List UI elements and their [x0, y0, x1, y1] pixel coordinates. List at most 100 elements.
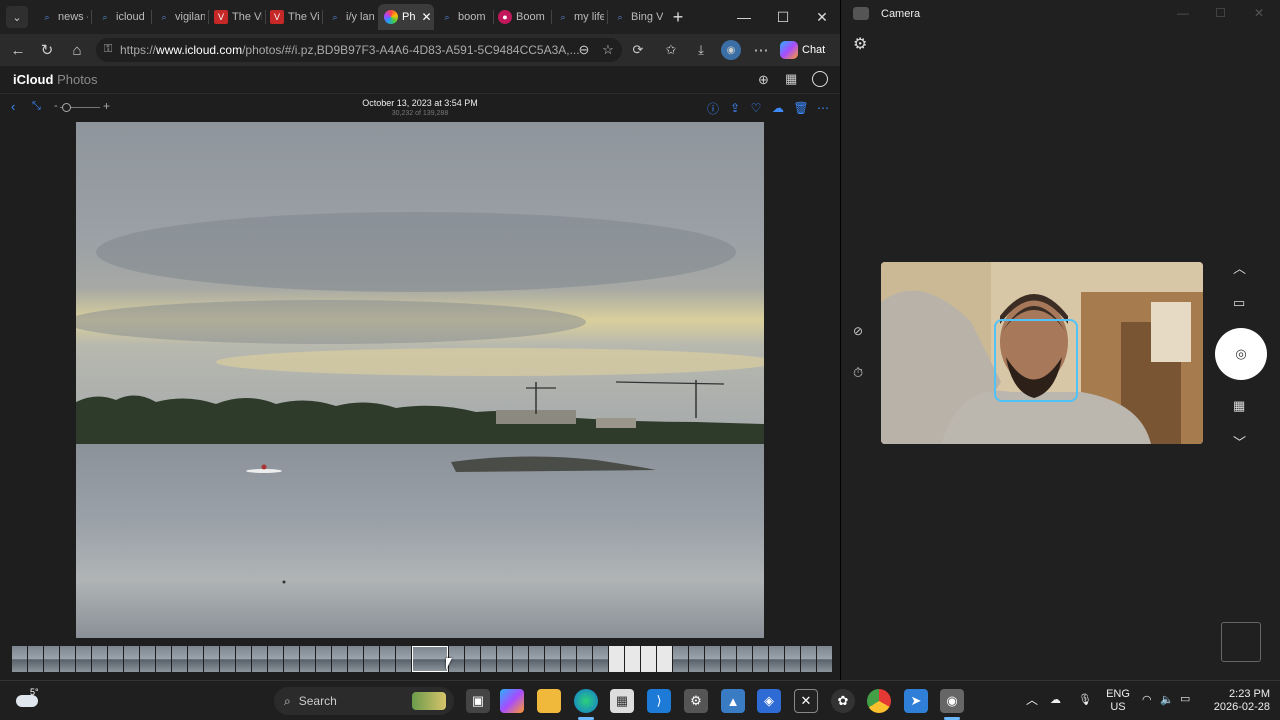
- maps-icon[interactable]: ➤: [904, 689, 928, 713]
- zoom-minus-label[interactable]: -: [54, 100, 58, 112]
- tab-boom[interactable]: ● Boom: [498, 4, 548, 30]
- filmstrip-thumbnail[interactable]: [364, 646, 379, 672]
- chevron-down-icon[interactable]: ﹀: [1233, 432, 1246, 451]
- new-tab-button[interactable]: +: [666, 6, 690, 28]
- tab-iy-lan[interactable]: ⌕ i/y lan: [328, 4, 376, 30]
- favorites-icon[interactable]: ✩: [661, 40, 681, 60]
- battery-icon[interactable]: ▭: [1180, 693, 1190, 706]
- filmstrip-thumbnail[interactable]: [577, 646, 592, 672]
- zoom-plus-label[interactable]: +: [103, 99, 110, 113]
- filmstrip-thumbnail[interactable]: [609, 646, 624, 672]
- filmstrip-thumbnail[interactable]: [689, 646, 704, 672]
- home-button[interactable]: ⌂: [67, 40, 87, 60]
- icloud-logo[interactable]: iCloud Photos: [13, 72, 98, 87]
- favorite-star-icon[interactable]: ☆: [598, 40, 618, 60]
- info-icon[interactable]: ⓘ: [706, 101, 720, 116]
- hdr-off-icon[interactable]: ⊘: [853, 324, 863, 338]
- filmstrip-thumbnail[interactable]: [220, 646, 235, 672]
- chevron-up-icon[interactable]: ︿: [1233, 258, 1246, 277]
- account-icon[interactable]: [812, 71, 828, 87]
- wifi-icon[interactable]: ◠: [1142, 694, 1152, 707]
- filmstrip-thumbnail[interactable]: [529, 646, 544, 672]
- filmstrip-thumbnail[interactable]: [140, 646, 155, 672]
- filmstrip-thumbnail[interactable]: [561, 646, 576, 672]
- qr-scan-icon[interactable]: ▦: [1233, 398, 1245, 414]
- last-photo-thumbnail[interactable]: [1221, 622, 1261, 662]
- filmstrip-thumbnail[interactable]: [785, 646, 800, 672]
- filmstrip-thumbnail[interactable]: [28, 646, 43, 672]
- capcut-icon[interactable]: ✕: [794, 689, 818, 713]
- filmstrip-thumbnail[interactable]: [60, 646, 75, 672]
- photos-app-icon[interactable]: ▲: [721, 689, 745, 713]
- share-icon[interactable]: ⇪: [728, 101, 742, 115]
- tab-bing[interactable]: ⌕ Bing V: [613, 4, 663, 30]
- back-button[interactable]: ←: [8, 40, 28, 60]
- copilot-app-icon[interactable]: [500, 689, 524, 713]
- close-icon[interactable]: ✕: [421, 10, 431, 24]
- filmstrip-thumbnail[interactable]: [300, 646, 315, 672]
- onedrive-icon[interactable]: ☁: [1050, 694, 1061, 707]
- file-explorer-icon[interactable]: [537, 689, 561, 713]
- store-icon[interactable]: ▦: [610, 689, 634, 713]
- settings-gear-icon[interactable]: ⚙: [853, 34, 867, 54]
- filmstrip-thumbnail[interactable]: [236, 646, 251, 672]
- tab-boom-search[interactable]: ⌕ boom: [440, 4, 490, 30]
- filmstrip-thumbnail[interactable]: [380, 646, 395, 672]
- filmstrip-thumbnail[interactable]: [188, 646, 203, 672]
- close-window-button[interactable]: ✕: [1254, 6, 1264, 20]
- zoom-slider-thumb[interactable]: [62, 103, 71, 112]
- filmstrip-thumbnail[interactable]: [465, 646, 480, 672]
- filmstrip-thumbnail[interactable]: [396, 646, 411, 672]
- filmstrip-thumbnail[interactable]: [12, 646, 27, 672]
- tab-icloud-search[interactable]: ⌕ icloud: [98, 4, 148, 30]
- filmstrip-thumbnail[interactable]: [108, 646, 123, 672]
- tab-the-vice-1[interactable]: V The Vi: [214, 4, 262, 30]
- address-input[interactable]: ⚿ https://www.icloud.com/photos/#/i.pz,B…: [96, 38, 622, 62]
- main-photo[interactable]: [76, 122, 764, 638]
- filmstrip-thumbnail[interactable]: [769, 646, 784, 672]
- filmstrip-thumbnail[interactable]: [545, 646, 560, 672]
- language-indicator[interactable]: ENG US: [1104, 688, 1132, 714]
- tab-photos-active[interactable]: Ph ✕: [378, 4, 434, 30]
- box-app-icon[interactable]: ◈: [757, 689, 781, 713]
- filmstrip-thumbnail[interactable]: [753, 646, 768, 672]
- filmstrip-thumbnail[interactable]: [705, 646, 720, 672]
- volume-icon[interactable]: 🔈: [1160, 694, 1174, 707]
- filmstrip-thumbnail[interactable]: [124, 646, 139, 672]
- settings-icon[interactable]: ⚙: [684, 689, 708, 713]
- weather-widget[interactable]: 5°: [16, 687, 44, 715]
- close-window-button[interactable]: ✕: [810, 6, 834, 28]
- favorite-heart-icon[interactable]: ♡: [749, 101, 763, 115]
- tab-my-life[interactable]: ⌕ my life: [556, 4, 604, 30]
- filmstrip-thumbnail[interactable]: [593, 646, 608, 672]
- filmstrip-thumbnail[interactable]: [204, 646, 219, 672]
- extensions-icon[interactable]: ⟳: [628, 40, 648, 60]
- filmstrip-thumbnail[interactable]: [513, 646, 528, 672]
- camera-app-taskbar-icon[interactable]: ◉: [940, 689, 964, 713]
- filmstrip-thumbnail[interactable]: [268, 646, 283, 672]
- tab-news[interactable]: ⌕ news -: [40, 4, 88, 30]
- start-windows-icon[interactable]: [240, 689, 264, 713]
- maximize-button[interactable]: ☐: [771, 6, 795, 28]
- filmstrip-thumbnail[interactable]: [332, 646, 347, 672]
- filmstrip-thumbnail[interactable]: [497, 646, 512, 672]
- copilot-chat-button[interactable]: Chat: [780, 39, 834, 61]
- taskbar-search-box[interactable]: ⌕ Search: [274, 687, 454, 715]
- filmstrip-thumbnail[interactable]: [156, 646, 171, 672]
- filmstrip-thumbnail[interactable]: [348, 646, 363, 672]
- maximize-button[interactable]: ☐: [1215, 6, 1226, 20]
- filmstrip-thumbnail[interactable]: [284, 646, 299, 672]
- vscode-icon[interactable]: ⟩: [647, 689, 671, 713]
- download-cloud-icon[interactable]: ☁: [771, 101, 785, 115]
- chrome-icon[interactable]: [867, 689, 891, 713]
- filmstrip-thumbnail[interactable]: [44, 646, 59, 672]
- back-chevron-icon[interactable]: ‹: [11, 99, 15, 114]
- filmstrip-thumbnail[interactable]: [172, 646, 187, 672]
- take-photo-button[interactable]: ◎: [1215, 328, 1267, 380]
- filmstrip-thumbnail[interactable]: [252, 646, 267, 672]
- filmstrip-thumbnail[interactable]: [817, 646, 832, 672]
- filmstrip-thumbnail[interactable]: [625, 646, 640, 672]
- filmstrip-thumbnail[interactable]: [481, 646, 496, 672]
- timer-off-icon[interactable]: ⏱: [853, 365, 863, 381]
- refresh-button[interactable]: ↻: [37, 40, 57, 60]
